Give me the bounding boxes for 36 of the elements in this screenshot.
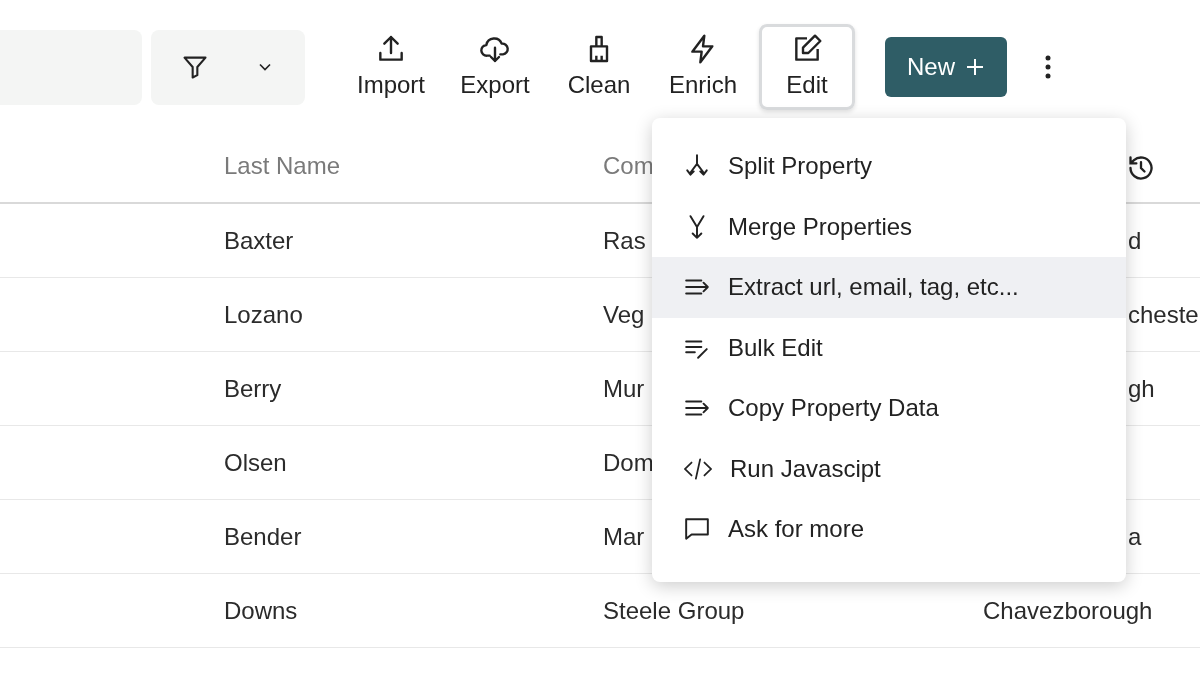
- table-cell: Olsen: [224, 448, 287, 476]
- menu-item[interactable]: Merge Properties: [652, 196, 1126, 257]
- table-cell: Ras: [603, 226, 646, 254]
- table-cell: a: [1128, 522, 1142, 550]
- table-cell: Mur: [603, 374, 645, 402]
- menu-item[interactable]: Ask for more: [652, 499, 1126, 560]
- menu-item[interactable]: Bulk Edit: [652, 317, 1126, 378]
- menu-item[interactable]: Extract url, email, tag, etc...: [652, 257, 1126, 318]
- chat-icon: [684, 516, 710, 543]
- table-cell: Dom: [603, 448, 654, 476]
- toolbar-button[interactable]: Clean: [551, 24, 647, 110]
- toolbar-button[interactable]: Export: [447, 24, 543, 110]
- column-header: Com: [603, 152, 654, 179]
- menu-item[interactable]: Copy Property Data: [652, 378, 1126, 439]
- menu-item[interactable]: Run Javascipt: [652, 438, 1126, 499]
- table-cell: Steele Group: [603, 596, 745, 624]
- toolbar-button[interactable]: Enrich: [655, 24, 751, 110]
- table-cell: Mar: [603, 522, 645, 550]
- toolbar-button[interactable]: Import: [343, 24, 439, 110]
- table-cell: cheste: [1128, 300, 1199, 328]
- history-icon[interactable]: [1127, 154, 1155, 182]
- table-cell: Lozano: [224, 300, 303, 328]
- menu-item[interactable]: Split Property: [652, 136, 1126, 197]
- table-cell: Veg: [603, 300, 645, 328]
- table-cell: Berry: [224, 374, 282, 402]
- table-cell: gh: [1128, 374, 1155, 402]
- plus-icon: [965, 57, 985, 77]
- table-cell: d: [1128, 226, 1142, 254]
- more-icon[interactable]: [1045, 55, 1051, 79]
- table-cell: Chavezborough: [983, 596, 1153, 624]
- column-header: Last Name: [224, 152, 341, 179]
- table-cell: Baxter: [224, 226, 294, 254]
- table-cell: Bender: [224, 522, 302, 550]
- table-cell: Downs: [224, 596, 298, 624]
- new-button[interactable]: New: [885, 37, 1007, 97]
- toolbar-button[interactable]: Edit: [759, 24, 855, 110]
